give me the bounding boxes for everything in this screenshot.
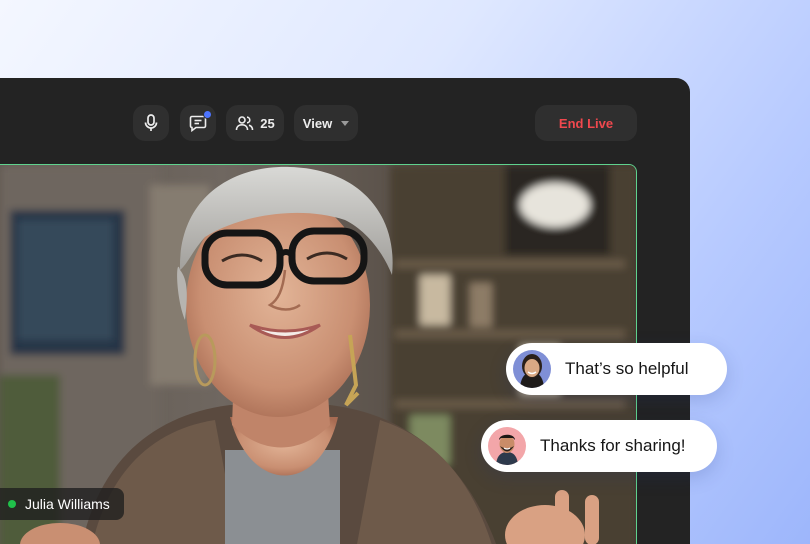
chat-message-text: That’s so helpful: [565, 359, 689, 378]
participant-name: Julia Williams: [25, 496, 110, 512]
participants-count: 25: [260, 115, 275, 131]
end-live-button[interactable]: End Live: [535, 105, 637, 141]
live-indicator-dot: [8, 500, 16, 508]
participants-button[interactable]: 25: [226, 105, 284, 141]
microphone-icon: [144, 114, 158, 131]
view-label: View: [302, 115, 333, 131]
caret-down-icon: [341, 120, 350, 126]
avatar: [513, 350, 551, 388]
chat-message-text: Thanks for sharing!: [540, 436, 686, 455]
mic-button[interactable]: [133, 105, 169, 141]
participant-name-tag: Julia Williams: [0, 488, 124, 520]
chat-message: That’s so helpful: [506, 343, 727, 395]
chat-button[interactable]: [180, 105, 216, 141]
view-dropdown[interactable]: View: [294, 105, 358, 141]
chat-message: Thanks for sharing!: [481, 420, 717, 472]
people-icon: [235, 116, 254, 131]
avatar: [488, 427, 526, 465]
notification-dot: [203, 110, 212, 119]
